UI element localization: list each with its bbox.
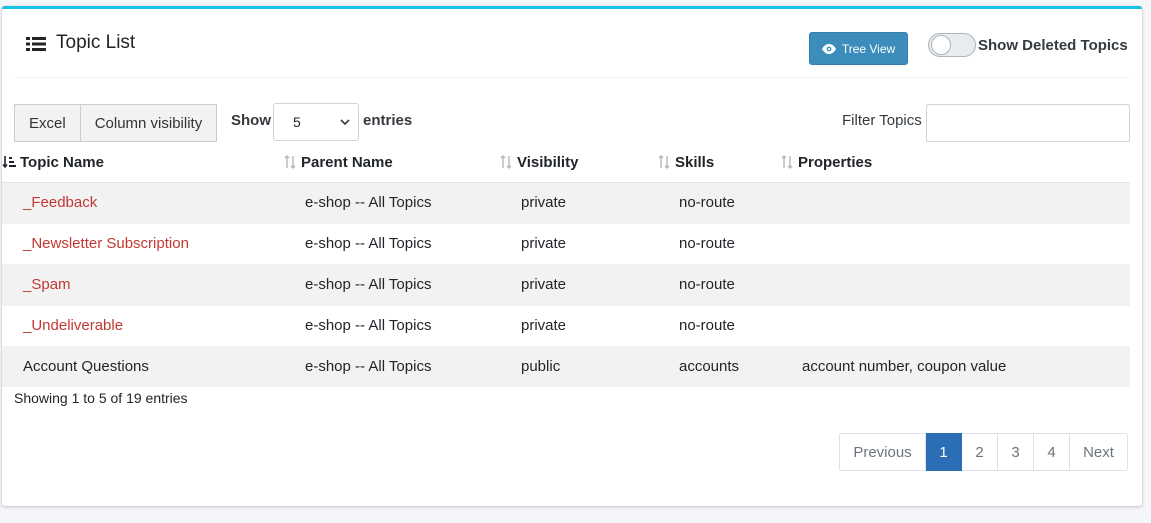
column-header-properties[interactable]: Properties xyxy=(780,144,1130,183)
parent-name-cell: e-shop -- All Topics xyxy=(283,222,499,264)
properties-cell xyxy=(780,304,1130,346)
show-label: Show xyxy=(231,112,271,129)
page-button-1[interactable]: 1 xyxy=(926,433,962,471)
skills-cell: no-route xyxy=(657,181,780,223)
table-row: _Undeliverable e-shop -- All Topics priv… xyxy=(2,304,1130,346)
filter-label: Filter Topics xyxy=(842,112,922,129)
topic-name-cell: _Undeliverable xyxy=(2,304,283,346)
properties-cell xyxy=(780,263,1130,305)
parent-name-cell: e-shop -- All Topics xyxy=(283,181,499,223)
properties-cell: account number, coupon value xyxy=(780,345,1130,387)
page-title: Topic List xyxy=(56,32,136,53)
page-length-select[interactable]: 5 xyxy=(273,103,359,141)
skills-cell: accounts xyxy=(657,345,780,387)
page-length-value: 5 xyxy=(293,114,301,130)
page-button-4[interactable]: 4 xyxy=(1034,433,1070,471)
toggle-knob xyxy=(931,35,951,55)
page-button-2[interactable]: 2 xyxy=(962,433,998,471)
topic-link[interactable]: _Newsletter Subscription xyxy=(23,235,189,252)
topic-name-cell: Account Questions xyxy=(2,345,283,387)
sort-both-icon xyxy=(658,155,670,170)
column-label: Skills xyxy=(675,154,715,172)
table-info: Showing 1 to 5 of 19 entries xyxy=(14,390,188,406)
visibility-cell: private xyxy=(499,263,657,305)
parent-name-cell: e-shop -- All Topics xyxy=(283,304,499,346)
table-row: _Spam e-shop -- All Topics private no-ro… xyxy=(2,263,1130,305)
tree-view-button[interactable]: Tree View xyxy=(809,32,908,65)
column-label: Topic Name xyxy=(20,154,104,172)
column-label: Visibility xyxy=(517,154,579,172)
topic-name-cell: _Spam xyxy=(2,263,283,305)
eye-icon xyxy=(821,43,836,54)
card-header: Topic List Tree View Show Deleted Topics xyxy=(14,9,1130,78)
topic-link[interactable]: _Feedback xyxy=(23,194,97,211)
chevron-down-icon xyxy=(340,119,350,126)
topics-table: Topic Name Parent Name Visibility Skills xyxy=(2,144,1130,387)
properties-cell xyxy=(780,181,1130,223)
page-button-3[interactable]: 3 xyxy=(998,433,1034,471)
skills-cell: no-route xyxy=(657,263,780,305)
sort-both-icon xyxy=(500,155,512,170)
skills-cell: no-route xyxy=(657,222,780,264)
topic-list-card: Topic List Tree View Show Deleted Topics… xyxy=(2,6,1142,506)
visibility-cell: public xyxy=(499,345,657,387)
sort-both-icon xyxy=(781,155,793,170)
show-deleted-label[interactable]: Show Deleted Topics xyxy=(978,37,1128,54)
column-header-visibility[interactable]: Visibility xyxy=(499,144,657,183)
column-visibility-button[interactable]: Column visibility xyxy=(80,104,218,142)
parent-name-cell: e-shop -- All Topics xyxy=(283,263,499,305)
parent-name-cell: e-shop -- All Topics xyxy=(283,345,499,387)
export-buttons: Excel Column visibility xyxy=(14,104,218,142)
table-row: Account Questions e-shop -- All Topics p… xyxy=(2,345,1130,387)
sort-asc-icon xyxy=(2,156,16,169)
visibility-cell: private xyxy=(499,181,657,223)
tree-view-label: Tree View xyxy=(841,41,896,56)
excel-button[interactable]: Excel xyxy=(14,104,81,142)
column-label: Parent Name xyxy=(301,154,393,172)
filter-input[interactable] xyxy=(926,104,1130,142)
next-page-button[interactable]: Next xyxy=(1070,433,1128,471)
visibility-cell: private xyxy=(499,222,657,264)
table-row: _Feedback e-shop -- All Topics private n… xyxy=(2,181,1130,223)
topic-link[interactable]: _Spam xyxy=(23,276,71,293)
topic-name-cell: _Newsletter Subscription xyxy=(2,222,283,264)
table-header-row: Topic Name Parent Name Visibility Skills xyxy=(2,144,1130,183)
list-icon xyxy=(26,37,46,51)
skills-cell: no-route xyxy=(657,304,780,346)
show-deleted-toggle[interactable] xyxy=(928,33,976,57)
column-header-parent-name[interactable]: Parent Name xyxy=(283,144,499,183)
column-header-topic-name[interactable]: Topic Name xyxy=(2,144,283,183)
sort-both-icon xyxy=(284,155,296,170)
topic-link[interactable]: _Undeliverable xyxy=(23,317,123,334)
entries-label: entries xyxy=(363,112,413,129)
previous-page-button[interactable]: Previous xyxy=(839,433,926,471)
column-label: Properties xyxy=(798,154,873,172)
properties-cell xyxy=(780,222,1130,264)
topic-name-cell: _Feedback xyxy=(2,181,283,223)
pagination: Previous 1 2 3 4 Next xyxy=(839,433,1128,471)
visibility-cell: private xyxy=(499,304,657,346)
column-header-skills[interactable]: Skills xyxy=(657,144,780,183)
table-row: _Newsletter Subscription e-shop -- All T… xyxy=(2,222,1130,264)
